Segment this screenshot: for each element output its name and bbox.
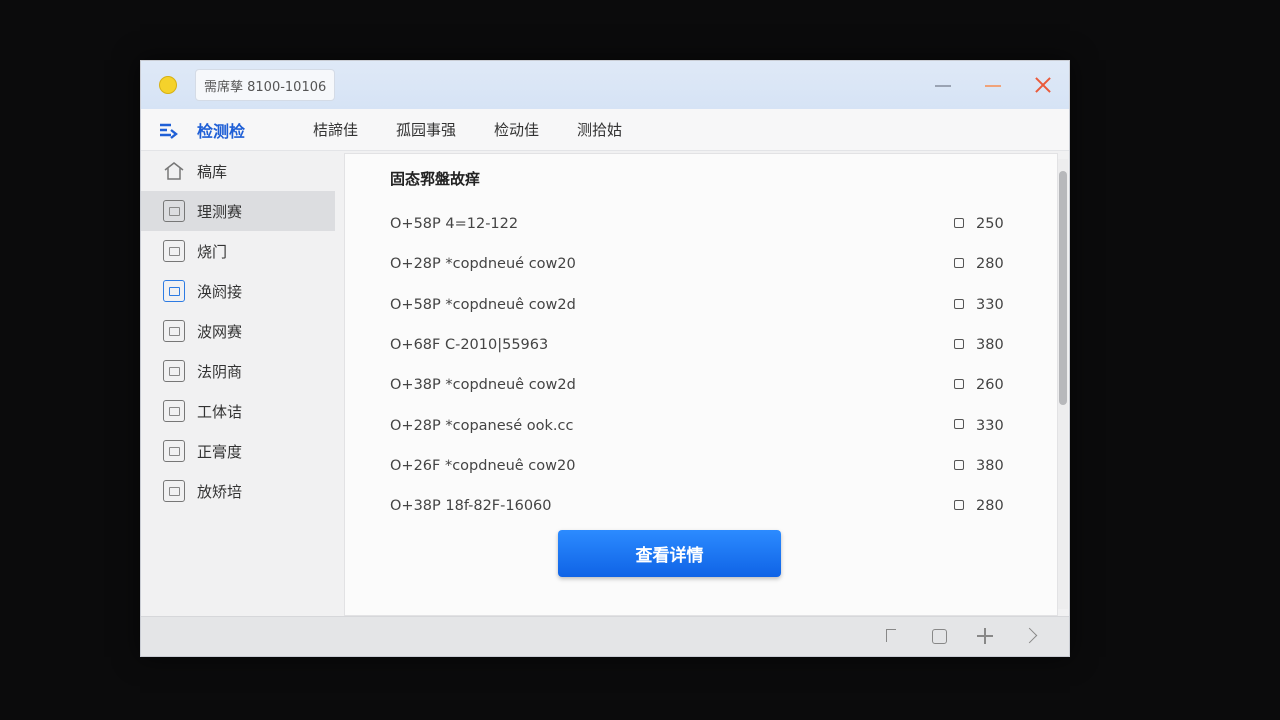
sidebar-item-9[interactable]: 放矫培 [141,471,341,511]
window-title: 需席孳 8100-10106 [195,69,336,101]
sidebar-item-label: 波网赛 [197,322,243,341]
list-item-value: 280 [976,256,1004,273]
title-bar: 需席孳 8100-10106 [141,61,1069,109]
row-checkbox[interactable] [954,218,964,228]
frame-icon [163,440,185,462]
list-item-label: O+58P 4=12-122 [390,216,519,233]
list-item[interactable]: O+38P *copdneuê cow2d 260 [390,365,1006,405]
sidebar-item-label: 稿库 [197,162,228,181]
item-list: O+58P 4=12-122 250 O+28P *copdneué cow20… [390,204,1006,526]
window-icon [163,400,185,422]
sidebar-item-1[interactable]: 稿库 [141,151,341,191]
restore-icon[interactable] [983,75,1003,95]
list-item[interactable]: O+26F *copdneuê cow20 380 [390,446,1006,486]
plus-icon[interactable] [975,626,995,646]
scrollbar[interactable] [1058,159,1068,609]
menu-item-2[interactable]: 孤园事强 [396,119,456,140]
row-checkbox[interactable] [954,298,964,309]
doc-icon [163,360,185,382]
sidebar-item-label: 放矫培 [197,482,243,501]
row-checkbox[interactable] [954,500,964,511]
menu-item-4[interactable]: 测拾姑 [577,119,622,140]
status-bar [141,616,1069,656]
menu-item-3[interactable]: 检动佳 [494,119,539,140]
list-item-label: O+38P *copdneuê cow2d [390,377,576,394]
sidebar-item-5[interactable]: 波网赛 [141,311,341,351]
sidebar-item-label: 工体诘 [197,402,243,421]
row-checkbox[interactable] [954,338,964,349]
scrollbar-thumb[interactable] [1059,171,1067,405]
row-checkbox[interactable] [954,258,964,269]
sidebar-item-7[interactable]: 工体诘 [141,391,341,431]
list-item[interactable]: O+58P 4=12-122 250 [390,204,1006,244]
list-item[interactable]: O+28P *copanesé ook.cc 330 [390,405,1006,445]
list-item-value: 250 [976,216,1004,233]
menu-bar: 检测检 桔諦佳 孤园事强 检动佳 测拾姑 [141,109,1069,151]
list-item-value: 380 [976,457,1004,474]
list-item-label: O+68F C-2010|55963 [390,337,549,354]
sidebar-item-2[interactable]: 理测赛 [141,191,335,231]
brand[interactable]: 检测检 [157,118,313,142]
list-item-label: O+28P *copdneué cow20 [390,256,576,273]
chevron-right-icon[interactable] [1021,626,1041,646]
sidebar-item-label: 法阴商 [197,362,243,381]
row-checkbox[interactable] [954,419,964,430]
list-item[interactable]: O+28P *copdneué cow20 280 [390,244,1006,284]
sidebar-item-label: 烧门 [197,242,228,261]
brand-label: 检测检 [197,121,246,141]
list-item-value: 330 [976,296,1004,313]
list-item-label: O+58P *copdneuê cow2d [390,296,576,313]
refresh-icon [163,280,185,302]
sidebar-item-8[interactable]: 正膏度 [141,431,341,471]
window-controls [933,61,1053,109]
close-icon[interactable] [1033,75,1053,95]
menu-item-1[interactable]: 桔諦佳 [313,119,358,140]
panel-icon [163,240,185,262]
view-details-button[interactable]: 查看详情 [558,530,781,577]
content-panel: 固态郛盤故痒 O+58P 4=12-122 250 O+28P *copdneu… [344,153,1058,616]
home-icon [164,162,184,180]
sidebar-item-label: 正膏度 [197,442,243,461]
list-item[interactable]: O+38P 18f-82F-16060 280 [390,486,1006,526]
calendar-icon[interactable] [929,626,949,646]
content-title: 固态郛盤故痒 [390,170,481,188]
sidebar: 稿库 理测赛 烧门 涣阏接 波网赛 法阴商 工体诘 正膏度 放矫培 [141,151,341,617]
sidebar-item-label: 理测赛 [197,202,243,221]
list-item-value: 280 [976,498,1004,515]
list-item-label: O+28P *copanesé ook.cc [390,417,574,434]
chart-icon [163,320,185,342]
app-logo-icon [159,76,177,94]
sidebar-item-4[interactable]: 涣阏接 [141,271,341,311]
sidebar-item-label: 涣阏接 [197,282,243,301]
list-item-value: 330 [976,417,1004,434]
brand-icon [160,123,178,139]
box-icon [163,200,185,222]
list-item-value: 380 [976,337,1004,354]
list-item[interactable]: O+68F C-2010|55963 380 [390,325,1006,365]
corner-icon[interactable] [883,626,903,646]
list-item-label: O+38P 18f-82F-16060 [390,498,552,515]
row-checkbox[interactable] [954,459,964,470]
list-item-label: O+26F *copdneuê cow20 [390,457,576,474]
list-item[interactable]: O+58P *copdneuê cow2d 330 [390,285,1006,325]
minimize-icon[interactable] [933,75,953,95]
list-item-value: 260 [976,377,1004,394]
upload-icon [163,480,185,502]
app-window: 需席孳 8100-10106 检测检 桔諦佳 孤园事强 检动佳 测拾姑 稿库 理… [140,60,1070,657]
status-icons [883,626,1041,646]
row-checkbox[interactable] [954,379,964,390]
sidebar-item-6[interactable]: 法阴商 [141,351,341,391]
sidebar-item-3[interactable]: 烧门 [141,231,341,271]
